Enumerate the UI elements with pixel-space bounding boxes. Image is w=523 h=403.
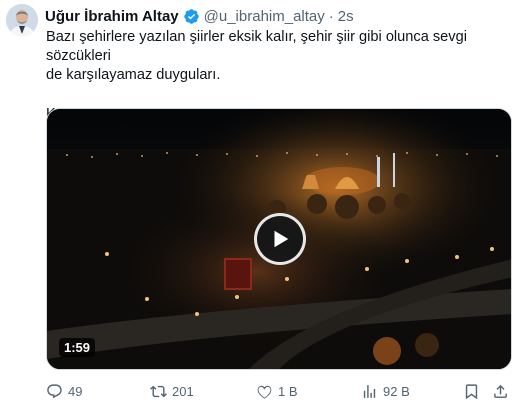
share-button[interactable] xyxy=(492,383,514,400)
repost-icon xyxy=(150,385,167,397)
avatar[interactable] xyxy=(6,4,38,36)
video-duration-badge: 1:59 xyxy=(59,338,96,357)
reply-icon xyxy=(47,383,62,398)
verified-badge-icon[interactable] xyxy=(183,8,200,25)
tweet-header: Uğur İbrahim Altay @u_ibrahim_altay · 2s xyxy=(45,7,354,25)
post-time[interactable]: 2s xyxy=(338,8,354,25)
bookmark-icon xyxy=(465,383,478,399)
action-bar: 49 201 1 B 92 B xyxy=(46,381,516,401)
tweet-text-line: de karşılayamaz duyguları. xyxy=(46,67,221,83)
play-icon xyxy=(274,230,289,248)
tweet[interactable]: Uğur İbrahim Altay @u_ibrahim_altay · 2s… xyxy=(0,0,523,403)
video-player[interactable]: 1:59 xyxy=(46,108,512,370)
author-name[interactable]: Uğur İbrahim Altay xyxy=(45,8,179,25)
repost-count: 201 xyxy=(172,383,194,399)
bookmark-button[interactable] xyxy=(463,383,485,400)
views-icon xyxy=(363,384,376,398)
separator-dot: · xyxy=(328,7,334,25)
like-button[interactable]: 1 B xyxy=(256,383,298,400)
reply-button[interactable]: 49 xyxy=(46,383,82,400)
tweet-text-line: Bazı şehirlere yazılan şiirler eksik kal… xyxy=(46,29,467,64)
views-count: 92 B xyxy=(383,383,410,399)
play-button[interactable] xyxy=(254,213,306,265)
like-icon xyxy=(257,385,272,399)
repost-button[interactable]: 201 xyxy=(150,383,194,400)
share-icon xyxy=(494,384,507,398)
like-count: 1 B xyxy=(278,383,298,399)
reply-count: 49 xyxy=(68,383,83,399)
views-button[interactable]: 92 B xyxy=(361,383,410,400)
author-handle[interactable]: @u_ibrahim_altay xyxy=(204,8,325,25)
